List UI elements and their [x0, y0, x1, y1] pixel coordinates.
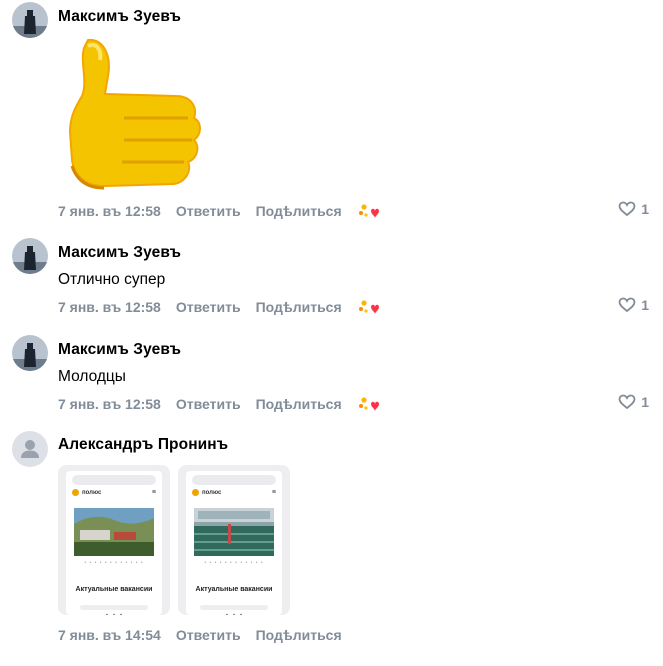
heart-icon — [618, 394, 636, 410]
comment-author[interactable]: Максимъ Зуевъ — [58, 341, 181, 359]
reaction-icon[interactable] — [357, 394, 381, 414]
brand-name: полюс — [202, 489, 222, 496]
like-button[interactable]: 1 — [618, 297, 649, 313]
reaction-icon[interactable] — [357, 297, 381, 317]
attachment-caption: Актуальные вакансии — [195, 586, 273, 593]
pager: • • • — [186, 613, 282, 615]
share-button[interactable]: Подѣлиться — [256, 299, 342, 315]
photo — [74, 508, 154, 556]
attachment-image[interactable]: полюс ≡ • • • • • • • • • • • • Актуальн… — [58, 465, 170, 615]
comment-date[interactable]: 7 янв. въ 14:54 — [58, 627, 161, 643]
user-icon — [21, 440, 39, 458]
like-count: 1 — [641, 297, 649, 313]
photo — [194, 508, 274, 556]
dots: • • • • • • • • • • • • — [84, 560, 144, 566]
pager: • • • — [66, 613, 162, 615]
avatar[interactable] — [12, 431, 48, 467]
attachment-image[interactable]: полюс ≡ • • • • • • • • • • • • Актуальн… — [178, 465, 290, 615]
dots: • • • • • • • • • • • • — [204, 560, 264, 566]
menu-icon: ≡ — [151, 489, 156, 496]
comment-date[interactable]: 7 янв. въ 12:58 — [58, 396, 161, 412]
like-button[interactable]: 1 — [618, 201, 649, 217]
reply-button[interactable]: Ответить — [176, 396, 241, 412]
like-button[interactable]: 1 — [618, 394, 649, 410]
share-button[interactable]: Подѣлиться — [256, 627, 342, 643]
share-button[interactable]: Подѣлиться — [256, 396, 342, 412]
heart-icon — [618, 201, 636, 217]
comment-date[interactable]: 7 янв. въ 12:58 — [58, 203, 161, 219]
heart-icon — [618, 297, 636, 313]
comment-author[interactable]: Александръ Пронинъ — [58, 436, 228, 454]
attachment-caption: Актуальные вакансии — [75, 586, 153, 593]
thumbs-up-sticker — [58, 36, 206, 196]
logo-icon — [72, 489, 79, 496]
reply-button[interactable]: Ответить — [176, 203, 241, 219]
share-button[interactable]: Подѣлиться — [256, 203, 342, 219]
avatar[interactable] — [12, 238, 48, 274]
avatar[interactable] — [12, 2, 48, 38]
logo-icon — [192, 489, 199, 496]
like-count: 1 — [641, 394, 649, 410]
comment-text: Молодцы — [58, 368, 126, 385]
brand-name: полюс — [82, 489, 102, 496]
comment-date[interactable]: 7 янв. въ 12:58 — [58, 299, 161, 315]
menu-icon: ≡ — [271, 489, 276, 496]
reply-button[interactable]: Ответить — [176, 627, 241, 643]
comment-author[interactable]: Максимъ Зуевъ — [58, 8, 181, 26]
like-count: 1 — [641, 201, 649, 217]
avatar[interactable] — [12, 335, 48, 371]
reply-button[interactable]: Ответить — [176, 299, 241, 315]
reaction-icon[interactable] — [357, 201, 381, 221]
comment-author[interactable]: Максимъ Зуевъ — [58, 244, 181, 262]
comment-text: Отлично супер — [58, 271, 166, 288]
